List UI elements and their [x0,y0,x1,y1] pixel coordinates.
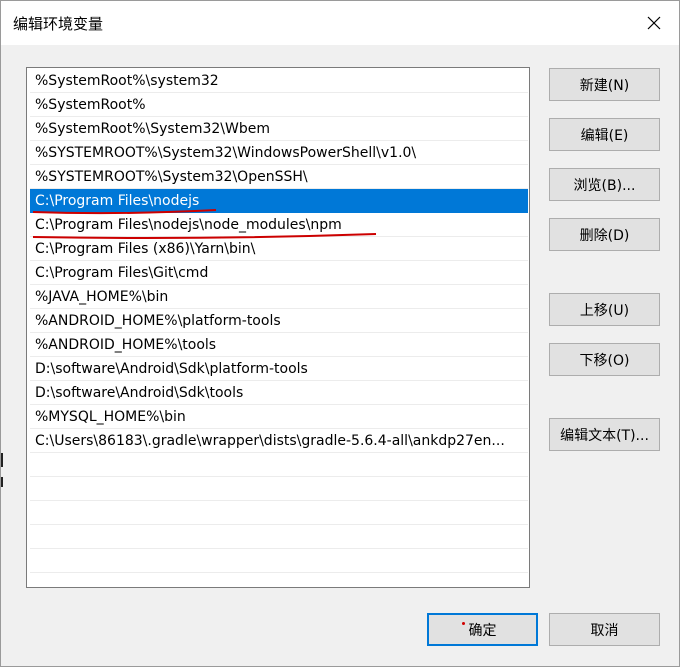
edge-artifact [1,477,3,487]
path-list[interactable]: %SystemRoot%\system32 %SystemRoot% %Syst… [26,67,530,588]
edit-text-button[interactable]: 编辑文本(T)... [549,418,660,451]
list-item[interactable]: %JAVA_HOME%\bin [30,285,528,309]
list-item[interactable]: C:\Program Files\Git\cmd [30,261,528,285]
ok-button[interactable]: 确定 [427,613,538,646]
delete-button[interactable]: 删除(D) [549,218,660,251]
dialog-title: 编辑环境变量 [13,15,104,33]
list-item[interactable]: %ANDROID_HOME%\tools [30,333,528,357]
move-down-button[interactable]: 下移(O) [549,343,660,376]
close-button[interactable] [631,1,677,45]
move-up-button[interactable]: 上移(U) [549,293,660,326]
list-item[interactable]: D:\software\Android\Sdk\tools [30,381,528,405]
edit-button[interactable]: 编辑(E) [549,118,660,151]
browse-button[interactable]: 浏览(B)... [549,168,660,201]
list-item[interactable]: %SystemRoot% [30,93,528,117]
new-button[interactable]: 新建(N) [549,68,660,101]
list-item[interactable]: %SystemRoot%\system32 [30,69,528,93]
list-item[interactable]: %SYSTEMROOT%\System32\WindowsPowerShell\… [30,141,528,165]
list-item[interactable]: %SYSTEMROOT%\System32\OpenSSH\ [30,165,528,189]
cancel-button[interactable]: 取消 [549,613,660,646]
list-item[interactable]: %MYSQL_HOME%\bin [30,405,528,429]
list-item[interactable]: D:\software\Android\Sdk\platform-tools [30,357,528,381]
list-item[interactable]: %SystemRoot%\System32\Wbem [30,117,528,141]
list-item[interactable]: %ANDROID_HOME%\platform-tools [30,309,528,333]
list-item[interactable]: C:\Program Files\nodejs\node_modules\npm [30,213,528,237]
empty-row[interactable] [30,549,528,573]
empty-row[interactable] [30,477,528,501]
list-item[interactable]: C:\Users\86183\.gradle\wrapper\dists\gra… [30,429,528,453]
list-item[interactable]: C:\Program Files (x86)\Yarn\bin\ [30,237,528,261]
edge-artifact [1,453,3,467]
edit-env-variable-dialog: 编辑环境变量 %SystemRoot%\system32 %SystemRoot… [0,0,680,667]
empty-row[interactable] [30,453,528,477]
empty-row[interactable] [30,501,528,525]
title-bar: 编辑环境变量 [1,1,679,45]
empty-row[interactable] [30,525,528,549]
list-item-selected[interactable]: C:\Program Files\nodejs [30,189,528,213]
close-icon [647,16,661,30]
red-dot-mark [462,622,465,625]
